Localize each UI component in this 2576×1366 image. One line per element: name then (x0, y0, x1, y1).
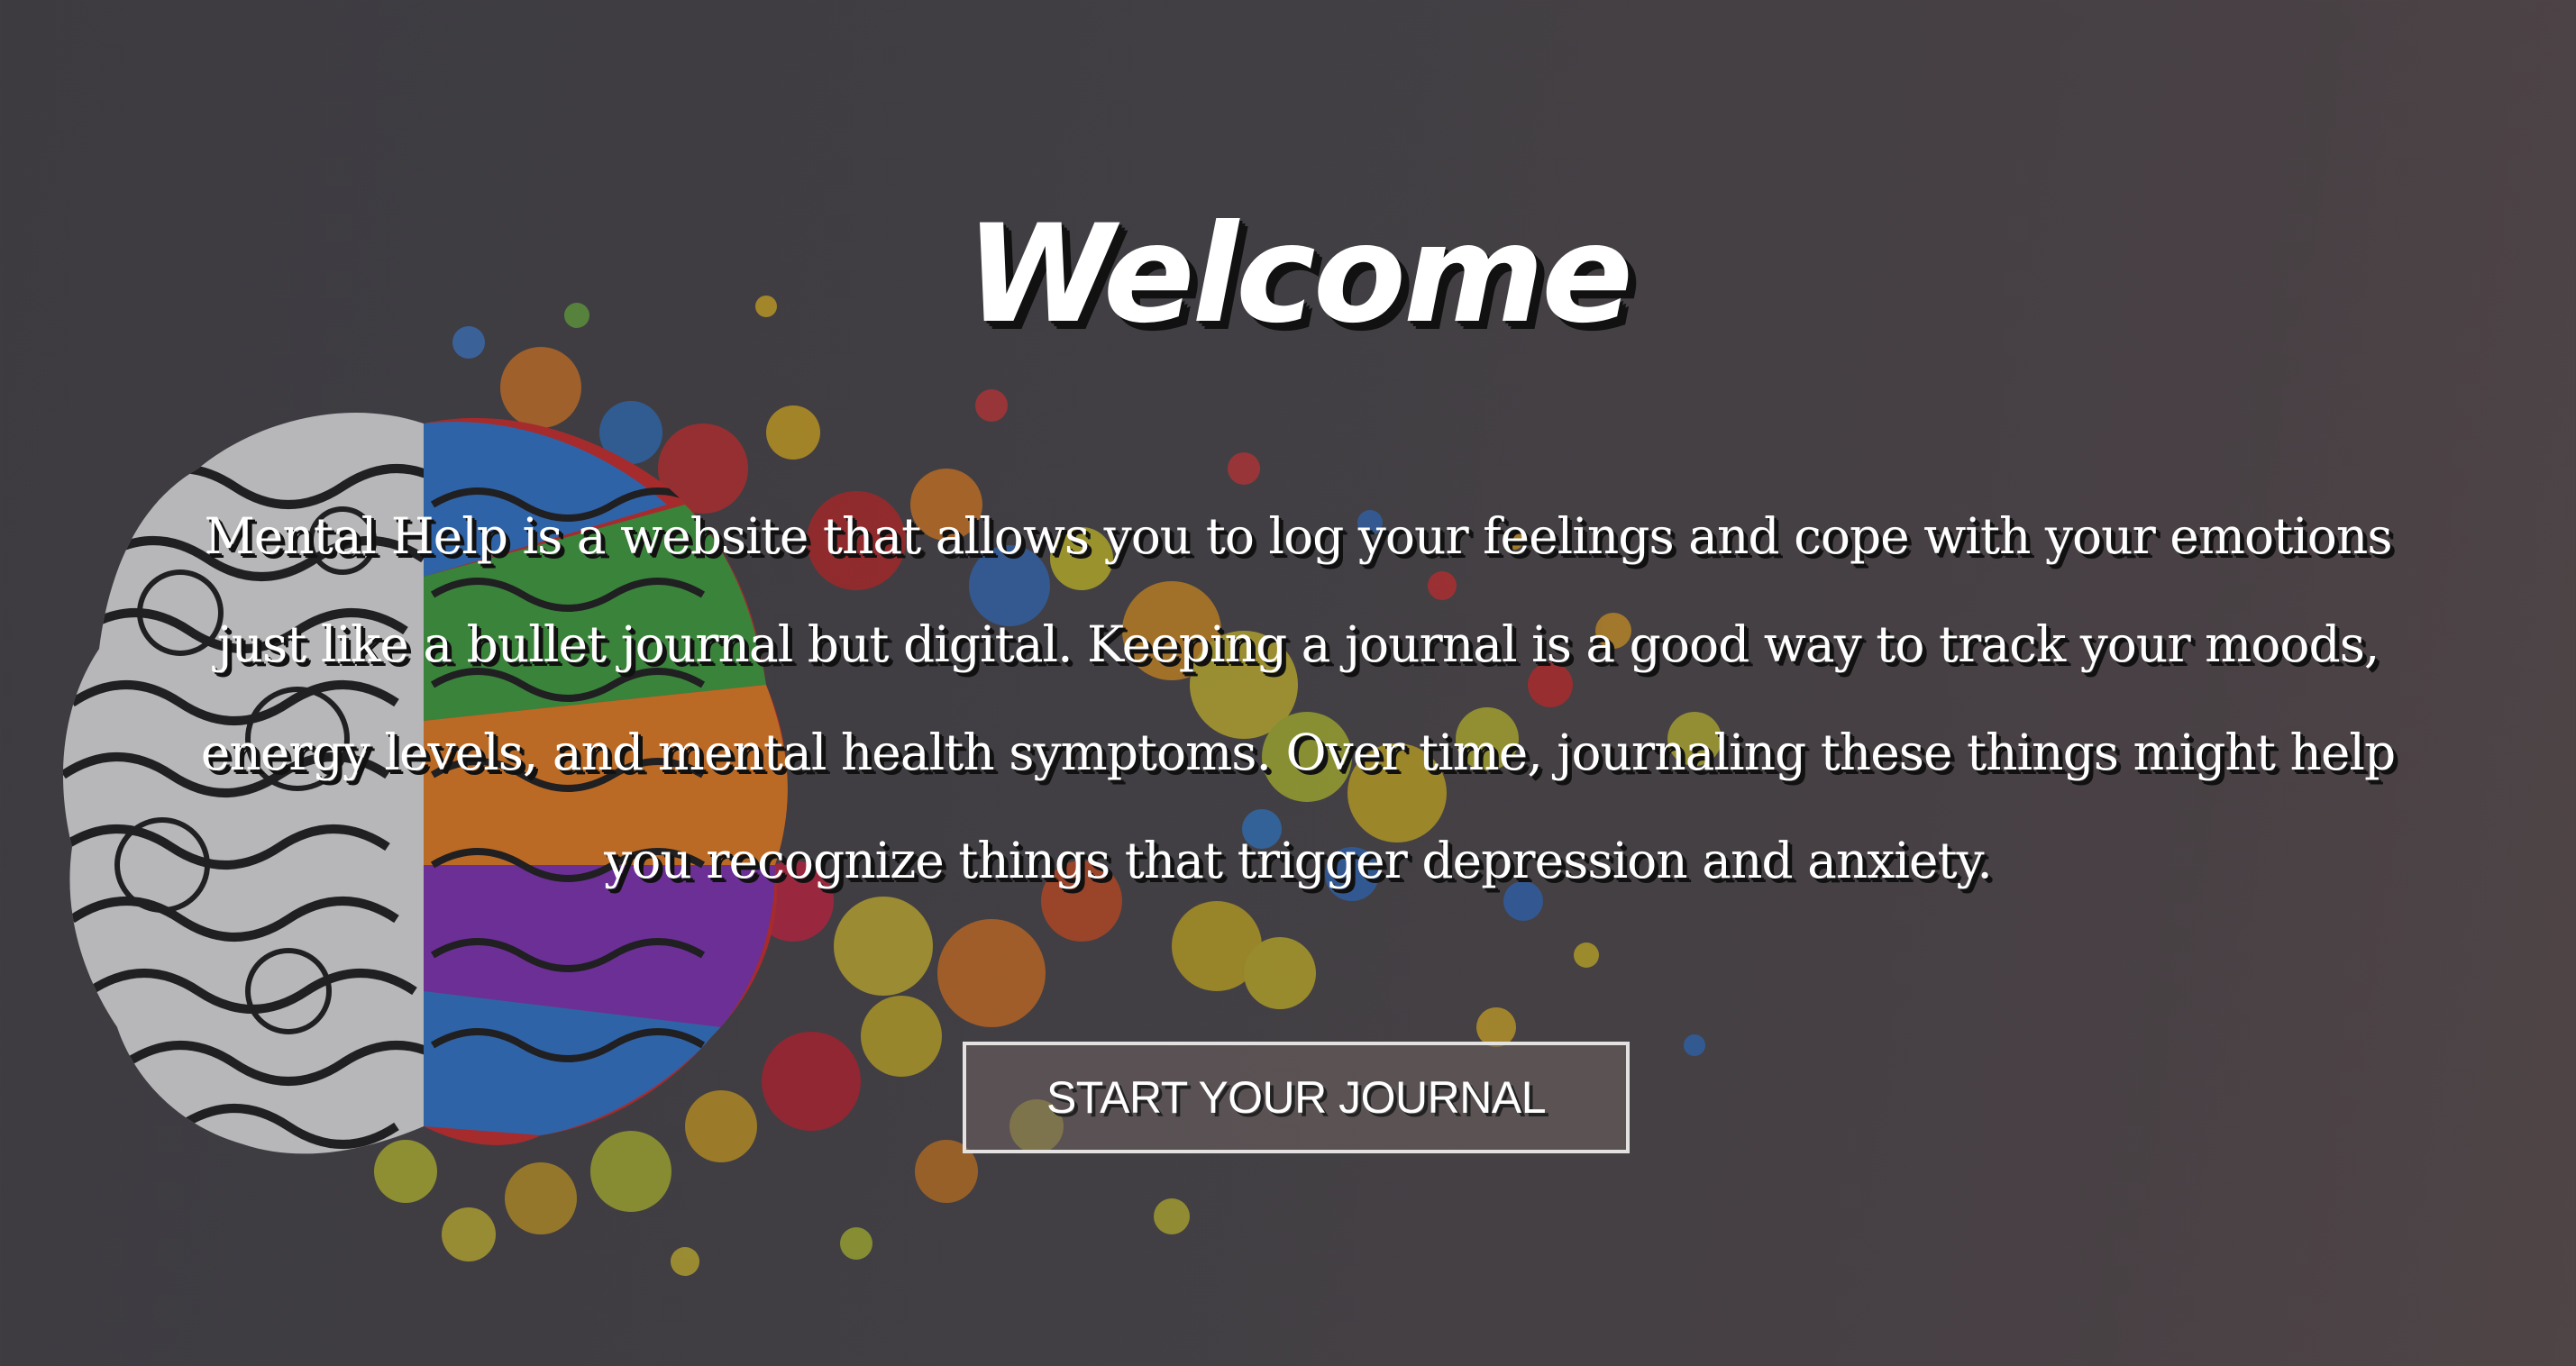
page-title: Welcome (964, 196, 1633, 353)
intro-paragraph: Mental Help is a website that allows you… (200, 507, 2396, 889)
start-journal-button[interactable]: START YOUR JOURNAL (963, 1042, 1630, 1153)
hero-section: Welcome Mental Help is a website that al… (0, 0, 2576, 1366)
